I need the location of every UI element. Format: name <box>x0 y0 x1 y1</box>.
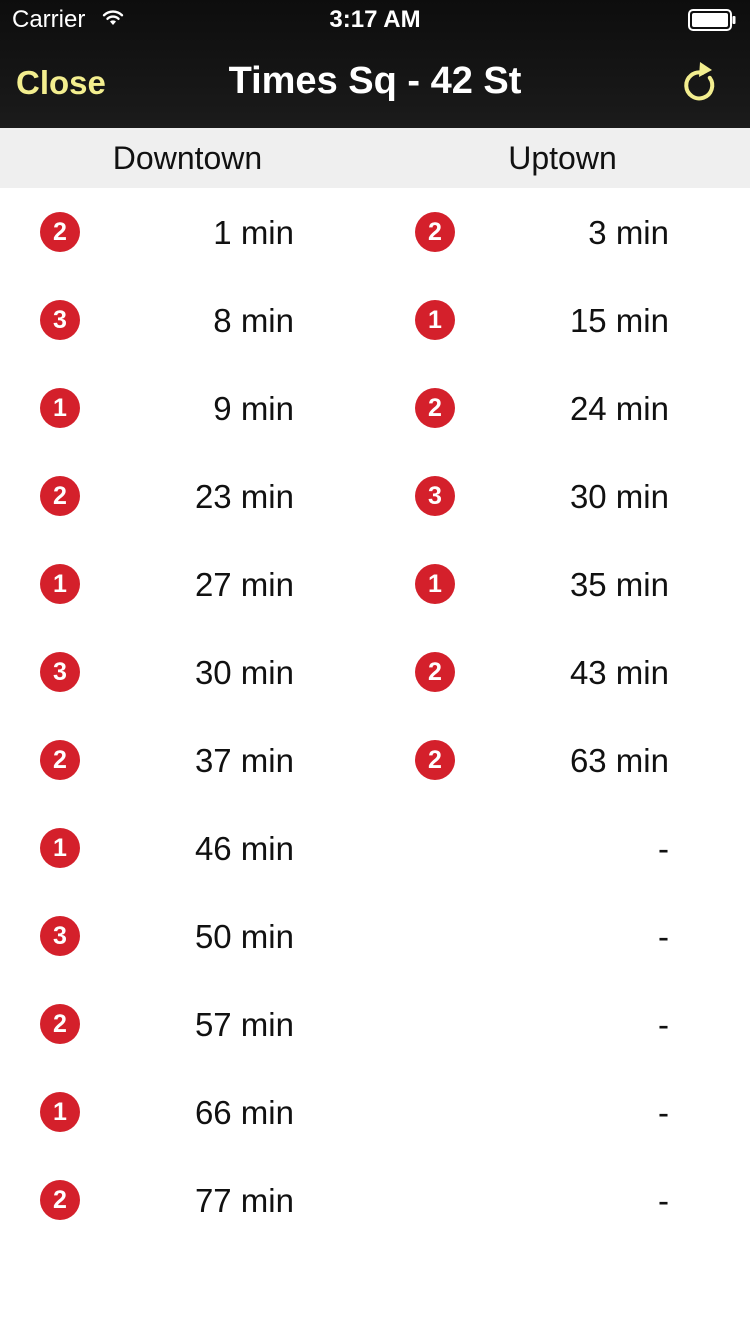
uptown-route-badge: 3 <box>415 476 455 516</box>
downtown-arrival-time: 37 min <box>194 742 294 779</box>
top-bar: Carrier 3:17 AM Close Times Sq - 42 St <box>0 0 750 128</box>
uptown-arrival-time: - <box>658 918 669 955</box>
uptown-arrival-time: 30 min <box>569 478 669 515</box>
downtown-arrival-time: 77 min <box>194 1182 294 1219</box>
arrival-row: 2 77 min - <box>0 1156 750 1244</box>
downtown-arrival-time: 27 min <box>194 566 294 603</box>
downtown-route-badge: 2 <box>40 1180 80 1220</box>
uptown-arrival-time: - <box>658 830 669 867</box>
page-title: Times Sq - 42 St <box>228 60 522 102</box>
uptown-arrival-time: 3 min <box>588 214 669 251</box>
navigation-bar: Close Times Sq - 42 St <box>0 40 750 128</box>
downtown-route-badge: 1 <box>40 388 80 428</box>
downtown-route-badge: 2 <box>40 476 80 516</box>
downtown-route-badge: 1 <box>40 564 80 604</box>
uptown-arrival-time: - <box>658 1094 669 1131</box>
downtown-route-badge: 3 <box>40 652 80 692</box>
downtown-route-badge: 1 <box>40 1092 80 1132</box>
refresh-icon[interactable] <box>678 58 722 106</box>
uptown-arrival-time: 35 min <box>569 566 669 603</box>
downtown-route-badge: 3 <box>40 916 80 956</box>
downtown-route-badge: 2 <box>40 1004 80 1044</box>
uptown-arrival-time: - <box>658 1182 669 1219</box>
arrival-row: 2 57 min - <box>0 980 750 1068</box>
uptown-route-badge: 2 <box>415 652 455 692</box>
uptown-arrival-time: 15 min <box>569 302 669 339</box>
downtown-route-badge: 1 <box>40 828 80 868</box>
downtown-arrival-time: 9 min <box>213 390 294 427</box>
uptown-arrival-time: 24 min <box>569 390 669 427</box>
arrival-row: 2 1 min 2 3 min <box>0 188 750 276</box>
uptown-arrival-time: - <box>658 1006 669 1043</box>
downtown-arrival-time: 66 min <box>194 1094 294 1131</box>
arrival-row: 1 46 min - <box>0 804 750 892</box>
downtown-route-badge: 2 <box>40 740 80 780</box>
uptown-arrival-time: 63 min <box>569 742 669 779</box>
downtown-arrival-time: 8 min <box>213 302 294 339</box>
arrival-row: 1 9 min 2 24 min <box>0 364 750 452</box>
uptown-route-badge: 2 <box>415 388 455 428</box>
uptown-arrival-time: 43 min <box>569 654 669 691</box>
downtown-arrival-time: 50 min <box>194 918 294 955</box>
status-time: 3:17 AM <box>329 6 421 33</box>
uptown-route-badge: 1 <box>415 300 455 340</box>
column-headers: Downtown Uptown <box>0 128 750 188</box>
arrival-row: 1 66 min - <box>0 1068 750 1156</box>
arrival-row: 2 37 min 2 63 min <box>0 716 750 804</box>
status-bar: Carrier 3:17 AM <box>0 0 750 40</box>
arrival-row: 3 8 min 1 15 min <box>0 276 750 364</box>
downtown-arrival-time: 1 min <box>213 214 294 251</box>
uptown-header: Uptown <box>508 140 617 176</box>
downtown-arrival-time: 23 min <box>194 478 294 515</box>
downtown-arrival-time: 57 min <box>194 1006 294 1043</box>
arrival-row: 3 50 min - <box>0 892 750 980</box>
uptown-route-badge: 1 <box>415 564 455 604</box>
arrival-row: 3 30 min 2 43 min <box>0 628 750 716</box>
arrival-row: 1 27 min 1 35 min <box>0 540 750 628</box>
downtown-arrival-time: 46 min <box>194 830 294 867</box>
uptown-route-badge: 2 <box>415 740 455 780</box>
downtown-header: Downtown <box>112 140 263 176</box>
arrivals-list: 21 min 2 3 min 3 8 min 1 15 min 1 9 min 2 24 min 2 2… <box>0 188 750 1244</box>
battery-icon <box>688 9 736 31</box>
downtown-route-badge: 2 <box>40 212 80 252</box>
downtown-arrival-time: 30 min <box>194 654 294 691</box>
downtown-route-badge: 3 <box>40 300 80 340</box>
uptown-route-badge: 2 <box>415 212 455 252</box>
arrival-row: 2 23 min 3 30 min <box>0 452 750 540</box>
